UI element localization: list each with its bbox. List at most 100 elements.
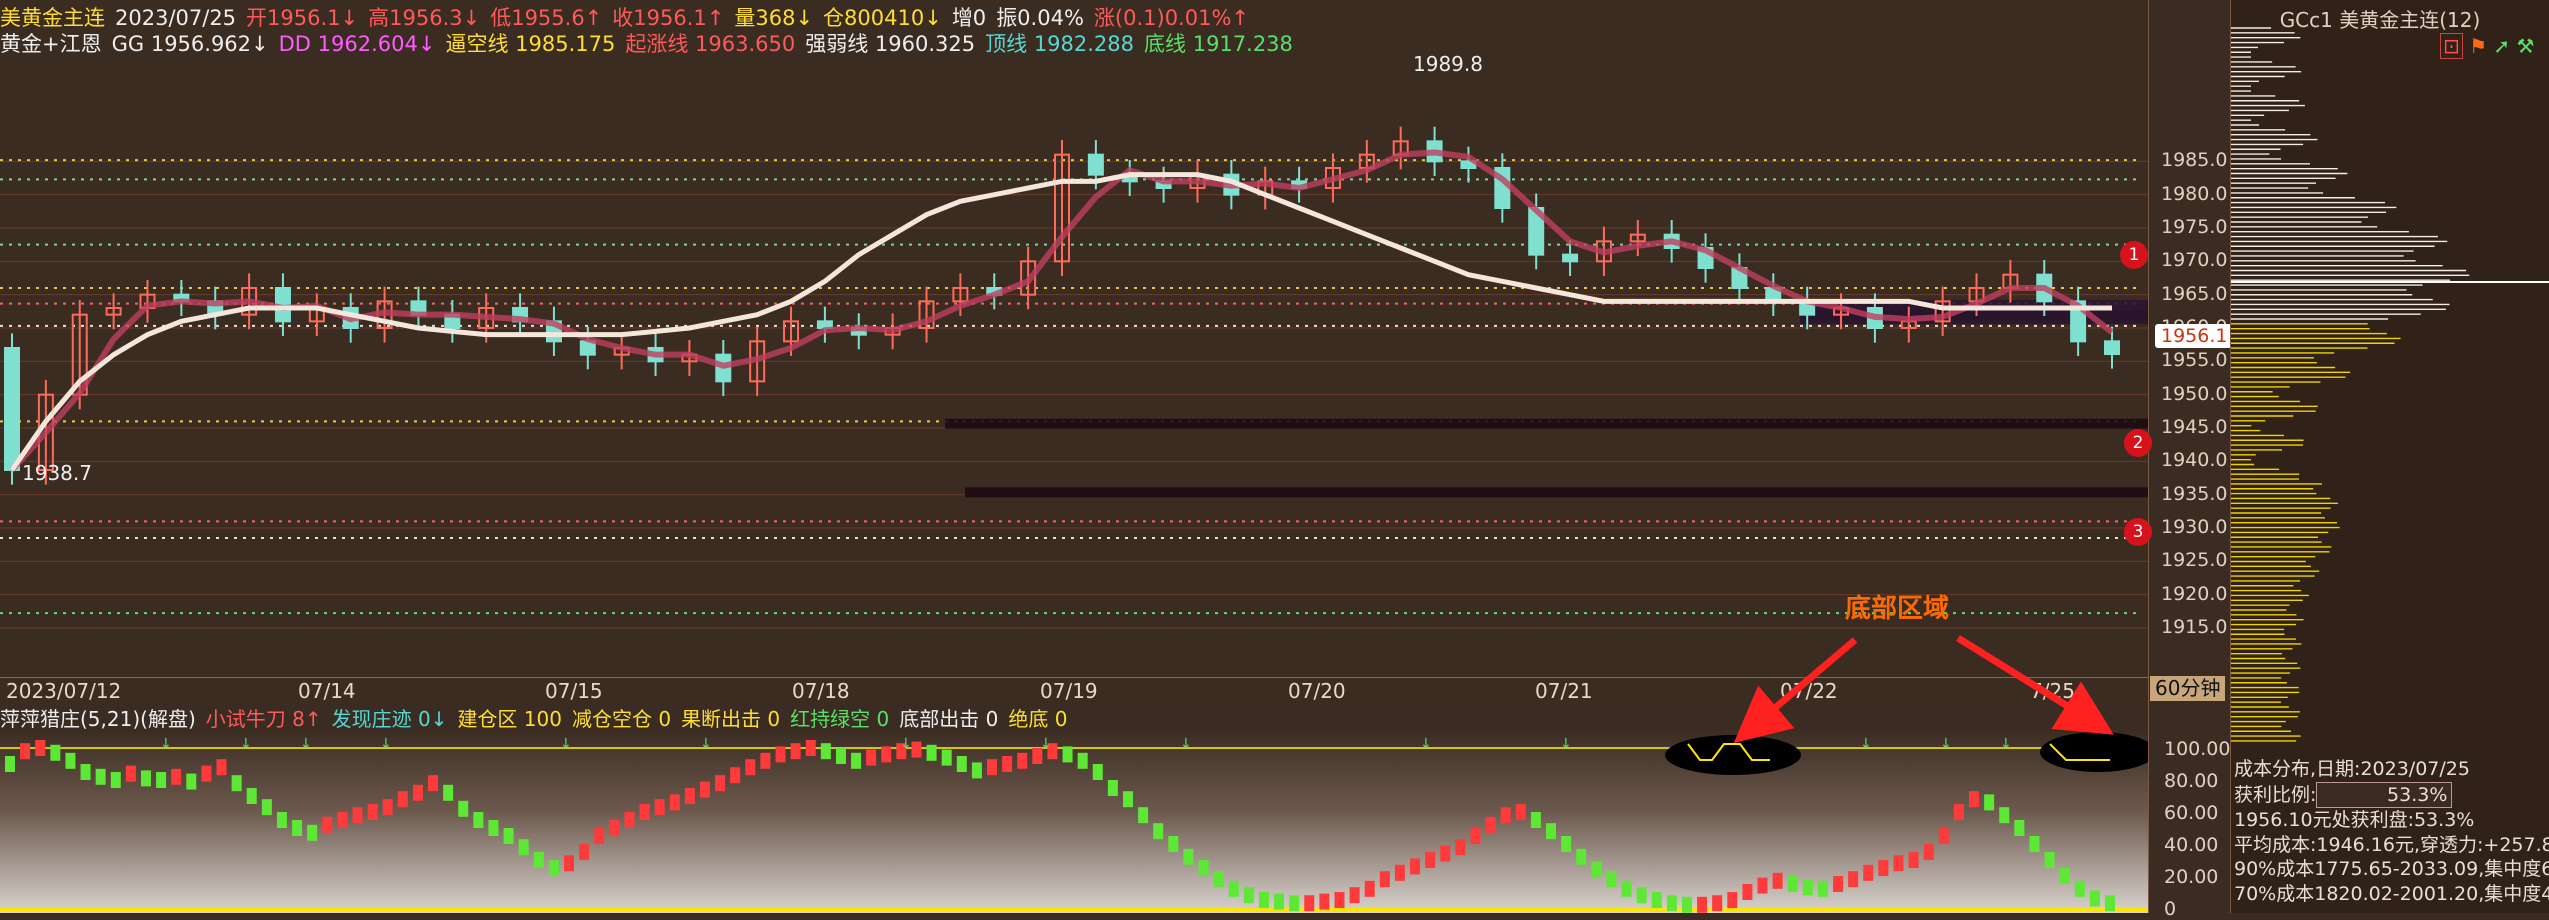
profile-info: 成本分布,日期:2023/07/25 获利比例: 53.3% 1956.10元处获… [2234,757,2549,906]
sub-bar [20,743,31,760]
price-tick-label: 1925.0 [2161,549,2228,572]
sub-bar [1817,880,1828,897]
sub-bar [2074,880,2085,897]
sub-bar [1938,828,1949,844]
header-close: 收1956.1↑ [612,6,725,30]
timeframe-button[interactable]: 60分钟 [2150,676,2226,701]
sub-bar [292,820,303,836]
sub-bar [1425,852,1436,868]
sub-bar [412,784,423,801]
sub-bar [1485,816,1496,833]
sub-indicator-canvas[interactable]: ↓↓↓↓↓↓↓↓↓↓↓↓↓↓↓ [0,730,2156,913]
sub-bar [50,744,61,761]
sub-bar [926,744,937,761]
time-axis[interactable]: 2023/07/12 07/14 07/15 07/18 07/19 07/20 07/21… [0,677,2148,704]
dingxian-value: 顶线 1982.288 [985,32,1135,56]
sub-bar [65,752,76,769]
sub-bar [1153,823,1164,840]
signal-arrow: ↓ [1940,736,1952,752]
sub-item-7: 绝底 0 [1008,707,1068,731]
price-tick-label: 1985.0 [2161,149,2228,172]
sub-bar [1289,895,1300,912]
profit-ratio-row: 获利比例: 53.3% [2234,781,2549,808]
price-tick-label: 1920.0 [2161,582,2228,605]
qizhang-value: 起涨线 1963.650 [625,32,796,56]
sub-bar [140,770,151,787]
dixian-value: 底线 1917.238 [1144,32,1293,56]
sub-bar [95,768,106,785]
price-tick-label: 1945.0 [2161,416,2228,438]
sub-item-3: 减仓空仓 0 [571,707,672,731]
price-chart[interactable] [0,0,2148,677]
sub-bar [231,775,242,792]
sub-bar [307,824,318,841]
sub-tick-label: 0 [2164,898,2177,920]
marker-3[interactable]: 3 [2124,518,2152,546]
sub-bar [639,804,650,820]
price-tick-label: 1970.0 [2161,249,2228,272]
sub-bar [1243,887,1254,904]
header-open-interest: 仓800410↓ [823,6,942,30]
sub-bar [654,799,665,816]
sub-bar [201,765,212,782]
signal-arrow: ↓ [1860,736,1872,752]
sub-bar [1651,892,1662,908]
symbol-name: 美黄金主连 [0,6,105,30]
signal-arrow: ↓ [1560,736,1572,752]
arrow-icon[interactable]: ➚ [2493,34,2510,58]
current-price-badge: 1956.1 [2155,324,2234,348]
tools-icon[interactable]: ⚒ [2517,34,2535,58]
sub-bar [1319,893,1330,910]
sub-bar [1787,876,1798,892]
sub-bar [1666,895,1677,912]
marker-1[interactable]: 1 [2120,241,2148,269]
sub-bar [760,752,771,769]
sub-bar [1062,746,1073,763]
sub-bar [458,800,469,817]
signal-arrow: ↓ [300,736,312,752]
sub-bar [609,820,620,836]
sub-indicator-name[interactable]: 萍萍猎庄(5,21)(解盘) [0,707,196,731]
low-price-label: 1938.7 [22,461,92,485]
header-change: 涨(0.1)0.01%↑ [1093,6,1249,30]
sub-bar [594,828,605,844]
bikong-value: 逼空线 1985.175 [445,32,616,56]
sub-bar [1878,860,1889,876]
sub-bar [1017,752,1028,769]
sub-bar [125,765,136,782]
sub-bar [835,748,846,764]
price-chart-canvas[interactable] [0,0,2148,677]
expand-icon[interactable]: ⊡ [2440,33,2463,59]
sub-bar [1591,861,1602,878]
sub-bar [1334,892,1345,908]
sub-bar [1863,864,1874,881]
sub-bar [35,740,46,756]
sub-bar [699,781,710,798]
sub-bar [1953,804,1964,820]
sub-bar [1440,845,1451,862]
sub-bar [1092,764,1103,780]
sub-bar [1923,844,1934,860]
sub-bar [881,746,892,763]
sub-bar [1757,877,1768,894]
flag-icon[interactable]: ⚑ [2469,34,2487,58]
sub-bar [1304,895,1315,912]
sub-bar [730,767,741,784]
header-date: 2023/07/25 [115,6,237,30]
header-amplitude: 振0.04% [996,6,1084,30]
sub-bar [1712,895,1723,912]
sub-tick-label: 40.00 [2164,834,2219,856]
header-open: 开1956.1↓ [246,6,359,30]
sub-bar [1138,807,1149,824]
signal-arrow: ↓ [380,736,392,752]
time-tick-label: 07/15 [545,679,603,703]
sub-bar [518,839,529,856]
sub-bar [1697,896,1708,913]
sub-bar [276,812,287,828]
sub-indicator-chart[interactable]: ↓↓↓↓↓↓↓↓↓↓↓↓↓↓↓ [0,730,2156,913]
marker-2[interactable]: 2 [2124,429,2152,457]
sub-bar [669,794,680,811]
sub-bar [2059,868,2070,884]
price-tick-label: 1935.0 [2161,482,2228,505]
sub-item-4: 果断出击 0 [681,707,781,731]
